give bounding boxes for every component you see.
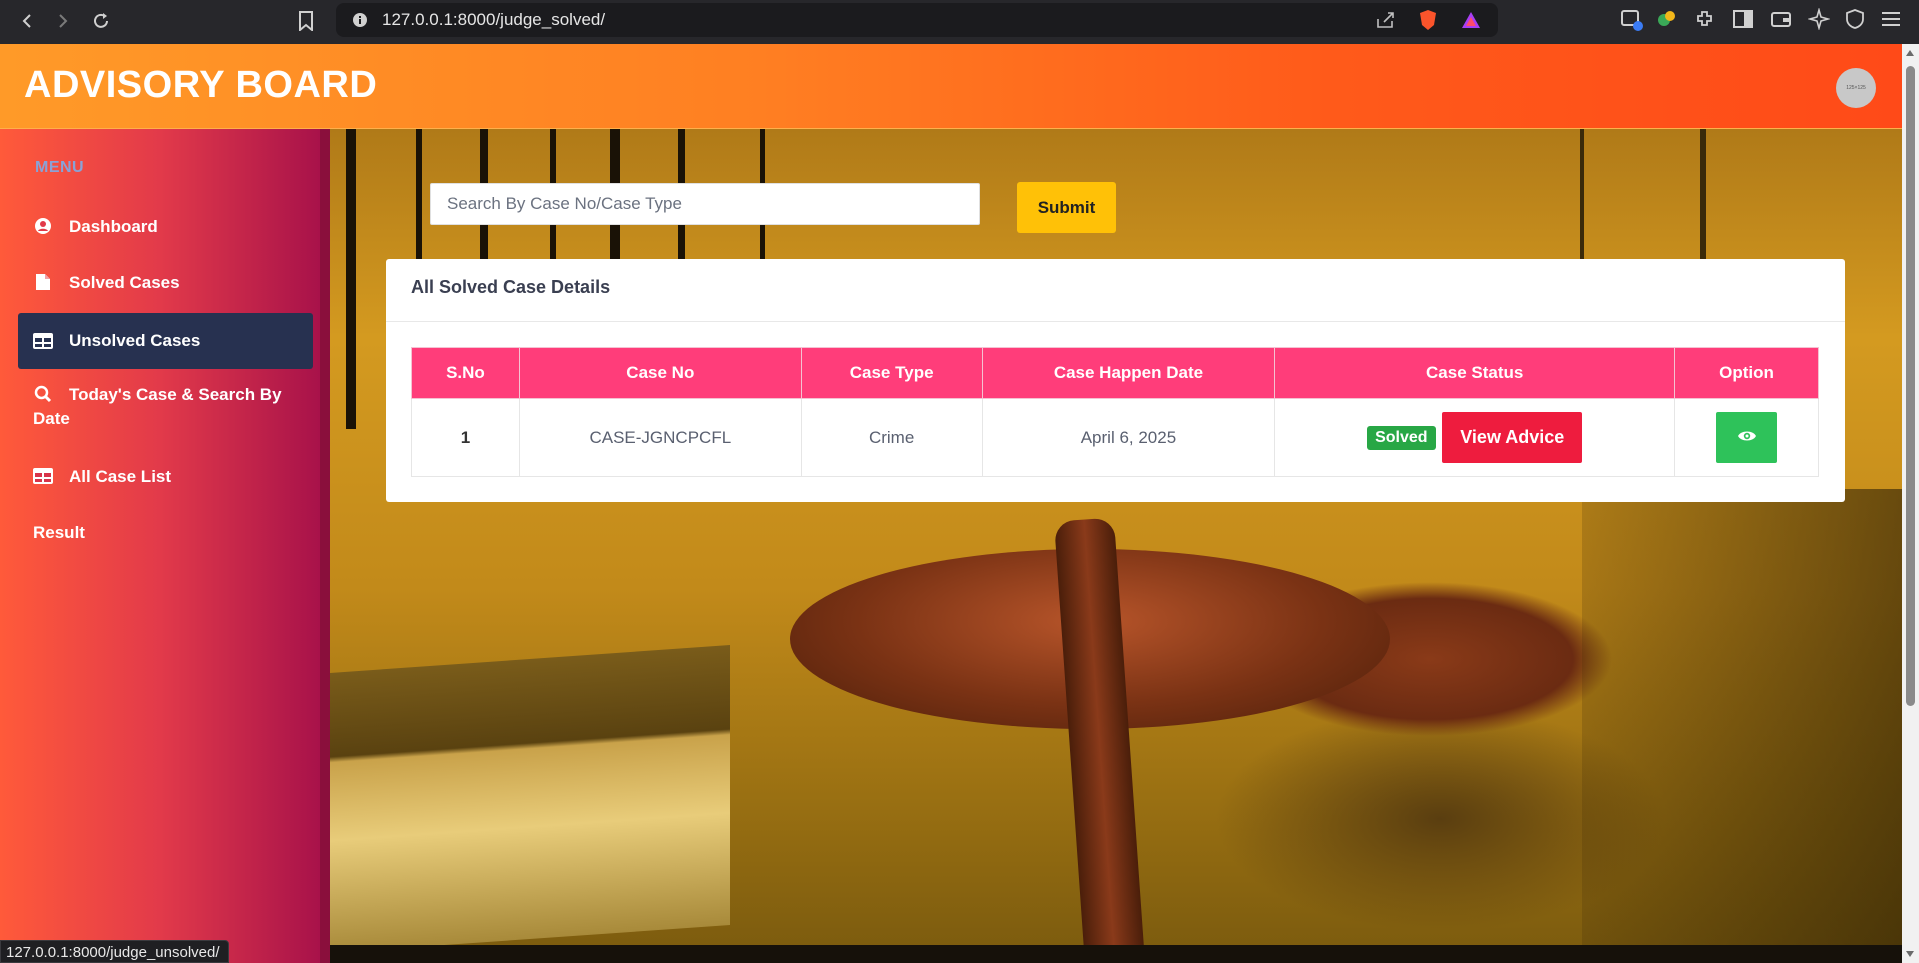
search-input[interactable] (430, 183, 980, 225)
share-icon[interactable] (1376, 11, 1396, 29)
extensions-icon[interactable] (1694, 8, 1716, 30)
cell-case-status: Solved View Advice (1274, 398, 1676, 477)
view-advice-button[interactable]: View Advice (1442, 412, 1583, 463)
sidebar: MENU Dashboard Solved Cases Unsolved Cas… (0, 129, 330, 963)
sidebar-item-label: All Case List (69, 467, 172, 486)
sidebar-item-label: Today's Case & Search By Date (33, 385, 282, 428)
eye-icon (1737, 428, 1757, 448)
search-icon (33, 384, 53, 404)
card-divider (386, 321, 1845, 322)
table-icon (33, 466, 53, 486)
vpn-shield-icon[interactable] (1844, 8, 1866, 30)
sidebar-item-unsolved-cases[interactable]: Unsolved Cases (18, 313, 313, 369)
page-scrollbar[interactable] (1902, 44, 1919, 963)
sidebar-item-todays-case[interactable]: Today's Case & Search By Date (18, 383, 288, 431)
cell-sno: 1 (411, 398, 520, 477)
sidebar-item-label: Dashboard (69, 217, 158, 236)
tab-search-icon[interactable] (1620, 8, 1644, 32)
sidebar-toggle-icon[interactable] (1732, 8, 1754, 30)
cell-case-no: CASE-JGNCPCFL (518, 398, 802, 477)
sidebar-item-solved-cases[interactable]: Solved Cases (18, 271, 313, 295)
reload-icon[interactable] (88, 8, 114, 34)
brave-rewards-icon[interactable] (1461, 11, 1481, 29)
cases-table: S.No Case No Case Type Case Happen Date … (411, 347, 1819, 477)
avatar[interactable]: 125×125 (1836, 68, 1876, 108)
courtroom-background-image (330, 129, 1902, 963)
cell-case-type: Crime (800, 398, 983, 477)
sidebar-item-all-case-list[interactable]: All Case List (18, 465, 313, 489)
scroll-down-icon[interactable] (1906, 951, 1914, 957)
sidebar-item-label: Result (33, 523, 85, 542)
solved-cases-card: All Solved Case Details S.No Case No Cas… (386, 259, 1845, 502)
view-case-button[interactable] (1716, 412, 1778, 463)
user-circle-icon (33, 216, 53, 236)
forward-icon[interactable] (50, 8, 76, 34)
card-title: All Solved Case Details (411, 277, 611, 297)
sidebar-item-label: Unsolved Cases (69, 331, 201, 350)
cell-case-date: April 6, 2025 (981, 398, 1276, 477)
cell-option (1674, 398, 1819, 477)
brave-shield-icon[interactable] (1418, 9, 1438, 31)
scroll-thumb[interactable] (1906, 66, 1915, 706)
link-status-bar: 127.0.0.1:8000/judge_unsolved/ (0, 940, 229, 963)
app-header: ADVISORY BOARD 125×125 (0, 44, 1902, 129)
column-header-case-date: Case Happen Date (981, 347, 1276, 399)
column-header-case-status: Case Status (1274, 347, 1676, 399)
sidebar-item-result[interactable]: Result (18, 521, 313, 545)
url-text[interactable]: 127.0.0.1:8000/judge_solved/ (382, 3, 605, 37)
leo-ai-icon[interactable] (1808, 8, 1830, 30)
back-icon[interactable] (14, 8, 40, 34)
menu-icon[interactable] (1880, 8, 1902, 30)
browser-toolbar: 127.0.0.1:8000/judge_solved/ (0, 0, 1919, 44)
column-header-sno: S.No (411, 347, 520, 399)
table-icon (33, 331, 53, 351)
address-bar[interactable]: 127.0.0.1:8000/judge_solved/ (336, 3, 1498, 37)
column-header-case-type: Case Type (800, 347, 983, 399)
sidebar-item-dashboard[interactable]: Dashboard (18, 215, 313, 239)
submit-button[interactable]: Submit (1017, 182, 1116, 233)
column-header-case-no: Case No (518, 347, 802, 399)
menu-title: MENU (35, 159, 85, 176)
wallet-extension-icon[interactable] (1656, 8, 1678, 30)
file-icon (33, 272, 53, 292)
column-header-option: Option (1674, 347, 1819, 399)
status-badge: Solved (1367, 425, 1436, 450)
table-header-row: S.No Case No Case Type Case Happen Date … (411, 347, 1819, 399)
site-info-icon[interactable] (352, 12, 368, 28)
brand-title[interactable]: ADVISORY BOARD (24, 44, 377, 126)
table-row: 1 CASE-JGNCPCFL Crime April 6, 2025 Solv… (411, 398, 1819, 477)
sidebar-item-label: Solved Cases (69, 273, 180, 292)
wallet-icon[interactable] (1770, 8, 1792, 30)
scroll-up-icon[interactable] (1906, 50, 1914, 56)
bookmark-icon[interactable] (293, 8, 319, 34)
